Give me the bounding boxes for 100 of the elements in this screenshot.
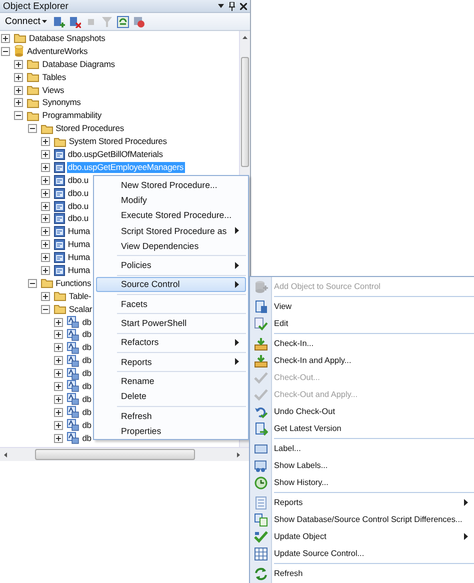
tree-item[interactable]: dbo.u — [66, 188, 90, 199]
expand-icon[interactable] — [1, 34, 10, 43]
tree-item[interactable]: Database Snapshots — [28, 32, 106, 44]
menu-item[interactable]: Source Control — [96, 276, 246, 292]
tree-item[interactable]: Functions — [54, 278, 92, 289]
menu-item[interactable]: Label... — [250, 440, 474, 457]
tree-item[interactable]: Database Diagrams — [41, 58, 116, 70]
expand-icon[interactable] — [40, 214, 50, 224]
menu-item[interactable]: Undo Check-Out — [250, 403, 474, 420]
menu-item[interactable]: Show Labels... — [250, 457, 474, 474]
expand-icon[interactable] — [40, 176, 50, 185]
menu-item[interactable]: Reports — [96, 354, 246, 370]
tree-item[interactable]: db — [81, 432, 92, 444]
expand-icon[interactable] — [40, 137, 50, 146]
tree-item[interactable]: db — [81, 368, 92, 380]
menu-item[interactable]: Properties — [96, 423, 246, 438]
collapse-icon[interactable] — [40, 304, 50, 314]
menu-item[interactable]: Update Source Control... — [250, 545, 474, 562]
tree-item[interactable]: db — [81, 394, 92, 405]
menu-item[interactable]: Refresh — [96, 408, 246, 424]
expand-icon[interactable] — [40, 188, 50, 198]
menu-item[interactable]: Show Database/Source Control Script Differences... — [250, 511, 474, 528]
expand-icon[interactable] — [14, 60, 24, 69]
expand-icon[interactable] — [40, 253, 50, 262]
menu-item[interactable]: Policies — [96, 257, 246, 273]
tree-item[interactable]: Huma — [66, 226, 91, 238]
expand-icon[interactable] — [54, 343, 64, 352]
tree-item[interactable]: db — [81, 380, 92, 392]
expand-icon[interactable] — [40, 162, 50, 172]
close-icon[interactable] — [240, 2, 247, 10]
collapse-icon[interactable] — [28, 278, 37, 288]
menu-item[interactable]: View Dependencies — [96, 238, 246, 254]
expand-icon[interactable] — [54, 369, 64, 378]
expand-icon[interactable] — [14, 98, 24, 108]
dropdown-icon[interactable] — [218, 4, 224, 8]
scrollbar-thumb[interactable] — [241, 57, 249, 167]
expand-icon[interactable] — [54, 434, 64, 443]
expand-icon[interactable] — [54, 408, 64, 417]
menu-item[interactable]: Start PowerShell — [96, 315, 246, 331]
menu-item[interactable]: Delete — [96, 388, 246, 404]
menu-item[interactable]: Rename — [96, 373, 246, 389]
tree-item[interactable]: db — [81, 420, 92, 431]
expand-icon[interactable] — [40, 266, 50, 275]
expand-icon[interactable] — [54, 330, 64, 340]
menu-item[interactable]: Update Object — [250, 528, 474, 545]
tree-item[interactable]: Tables — [41, 72, 67, 83]
tree-item[interactable]: Huma — [66, 239, 91, 250]
menu-item[interactable]: Edit — [250, 315, 474, 332]
expand-icon[interactable] — [54, 356, 64, 366]
tree-item[interactable]: Scalar — [68, 304, 94, 315]
expand-icon[interactable] — [14, 72, 24, 82]
disconnect-icon[interactable] — [69, 16, 82, 28]
menu-item[interactable]: Execute Stored Procedure... — [96, 208, 246, 223]
tree-item[interactable]: dbo.u — [66, 200, 90, 212]
collapse-icon[interactable] — [1, 46, 10, 56]
menu-item[interactable]: Get Latest Version — [250, 420, 474, 437]
collapse-icon[interactable] — [28, 124, 37, 134]
expand-icon[interactable] — [14, 86, 24, 94]
pin-icon[interactable] — [229, 2, 235, 10]
menu-item[interactable]: Check-In and Apply... — [250, 352, 474, 369]
tree-item[interactable]: System Stored Procedures — [68, 136, 168, 148]
expand-icon[interactable] — [54, 382, 64, 391]
scrollbar-thumb[interactable] — [35, 449, 195, 460]
menu-item[interactable]: Refresh — [250, 565, 474, 582]
menu-item[interactable]: Check-In... — [250, 335, 474, 352]
tree-item[interactable]: Stored Procedures — [54, 123, 125, 134]
menu-item[interactable]: Script Stored Procedure as — [96, 222, 246, 238]
tree-item[interactable]: Table- — [68, 290, 92, 302]
expand-icon[interactable] — [40, 202, 50, 211]
tree-item[interactable]: db — [81, 342, 92, 354]
tree-item[interactable]: Huma — [66, 252, 91, 264]
menu-item[interactable]: New Stored Procedure... — [96, 177, 246, 192]
menu-item[interactable]: Modify — [96, 192, 246, 208]
tree-item[interactable]: db — [81, 355, 92, 366]
tree-item[interactable]: Huma — [66, 264, 91, 276]
expand-icon[interactable] — [54, 394, 64, 404]
tree-item[interactable]: dbo.uspGetBillOfMaterials — [66, 148, 164, 160]
menu-item[interactable]: Show History... — [250, 474, 474, 491]
expand-icon[interactable] — [54, 420, 64, 430]
connect-button[interactable]: Connect — [3, 16, 50, 27]
refresh-icon[interactable] — [117, 16, 130, 28]
tree-item[interactable]: db — [81, 316, 92, 328]
tree-item[interactable]: db — [81, 406, 92, 418]
tree-item[interactable]: Synonyms — [41, 97, 82, 108]
menu-item[interactable]: Refactors — [96, 334, 246, 350]
tree-item[interactable]: dbo.u — [66, 174, 90, 186]
expand-icon[interactable] — [40, 150, 50, 159]
tree-item[interactable]: Programmability — [41, 110, 102, 122]
collapse-icon[interactable] — [14, 111, 24, 120]
expand-icon[interactable] — [40, 292, 50, 301]
expand-icon[interactable] — [40, 240, 50, 250]
menu-item[interactable]: Facets — [96, 296, 246, 312]
tree-item[interactable]: Views — [41, 84, 66, 96]
connect-icon[interactable] — [53, 16, 66, 28]
menu-item[interactable]: Reports — [250, 494, 474, 511]
expand-icon[interactable] — [54, 318, 64, 327]
tree-item[interactable]: db — [81, 329, 92, 340]
tree-item[interactable]: AdventureWorks — [26, 46, 89, 57]
tree-item[interactable]: dbo.u — [66, 213, 90, 224]
menu-item[interactable]: View — [250, 298, 474, 315]
